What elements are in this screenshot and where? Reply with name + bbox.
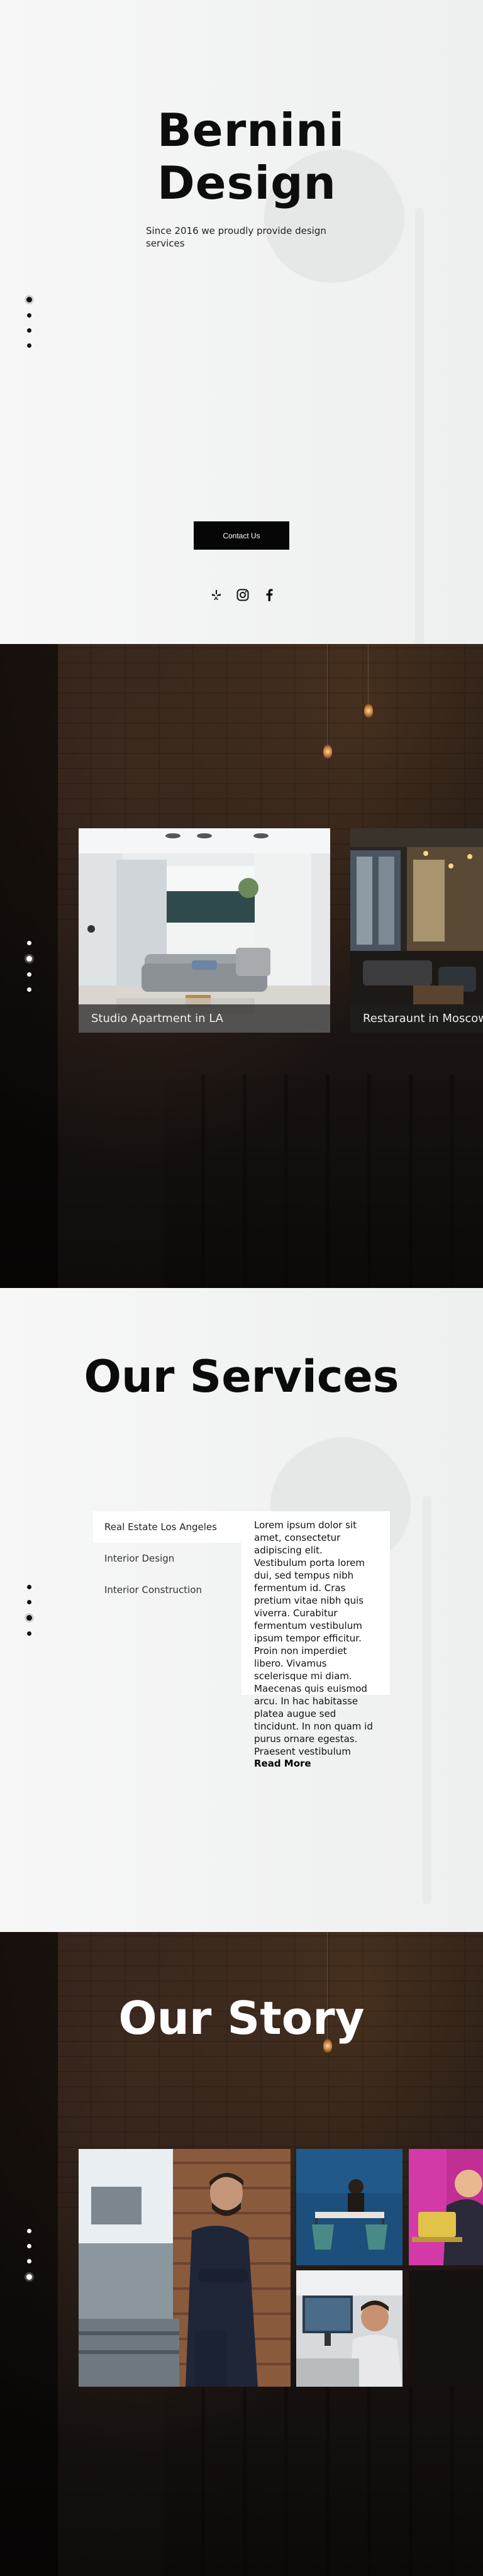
section-pagination — [26, 941, 32, 992]
pagination-dot[interactable] — [26, 297, 32, 303]
section-pagination — [26, 297, 32, 348]
story-section: Our Story — [0, 1932, 483, 2576]
pagination-dot[interactable] — [27, 2244, 31, 2248]
tab-interior-design[interactable]: Interior Design — [93, 1543, 242, 1574]
section-pagination — [26, 1585, 32, 1636]
pagination-dot[interactable] — [26, 2274, 32, 2280]
instagram-icon[interactable] — [236, 588, 250, 602]
hero-title: Bernini Design — [157, 104, 345, 209]
social-links — [209, 588, 276, 602]
office-photo — [296, 2149, 402, 2265]
hero-subtitle: Since 2016 we proudly provide design ser… — [146, 225, 326, 249]
pagination-dot[interactable] — [27, 2229, 31, 2233]
pagination-dot[interactable] — [27, 1585, 31, 1589]
laptop-photo — [409, 2149, 483, 2265]
section-pagination — [26, 2229, 32, 2280]
pagination-dot[interactable] — [27, 1600, 31, 1604]
hanging-bulb — [323, 745, 332, 758]
facebook-icon[interactable] — [262, 588, 276, 602]
pagination-dot[interactable] — [27, 343, 31, 348]
lamp-decoration — [241, 126, 453, 644]
tab-interior-construction[interactable]: Interior Construction — [93, 1574, 242, 1606]
hanging-bulb — [364, 704, 373, 718]
team-photo — [79, 2149, 291, 2387]
chairs-background — [164, 1074, 483, 1288]
pagination-dot[interactable] — [27, 972, 31, 977]
project-caption: Restaraunt in Moscow — [350, 1004, 483, 1033]
pagination-dot[interactable] — [27, 328, 31, 333]
projects-section: Studio Apartment in LA Restaraunt in Mos… — [0, 644, 483, 1288]
service-description-panel: Lorem ipsum dolor sit amet, consectetur … — [242, 1511, 390, 1769]
pagination-dot[interactable] — [26, 1615, 32, 1621]
yelp-icon[interactable] — [209, 588, 223, 602]
service-description: Lorem ipsum dolor sit amet, consectetur … — [254, 1519, 373, 1757]
studio-apartment-photo — [79, 828, 330, 1033]
pagination-dot[interactable] — [27, 313, 31, 318]
pagination-dot[interactable] — [27, 987, 31, 992]
project-card[interactable]: Restaraunt in Moscow — [350, 828, 483, 1033]
chairs-background — [164, 2362, 483, 2576]
project-caption: Studio Apartment in LA — [79, 1004, 330, 1033]
services-title: Our Services — [84, 1351, 399, 1402]
pagination-dot[interactable] — [27, 1631, 31, 1636]
project-card[interactable]: Studio Apartment in LA — [79, 828, 330, 1033]
hero-section: Bernini Design Since 2016 we proudly pro… — [0, 0, 483, 644]
services-section: Our Services Real Estate Los Angeles Int… — [0, 1288, 483, 1932]
story-title: Our Story — [118, 1992, 365, 2045]
restaurant-photo — [350, 828, 483, 1033]
gallery-photo — [409, 2270, 483, 2387]
pagination-dot[interactable] — [27, 941, 31, 945]
tab-real-estate-los-angeles[interactable]: Real Estate Los Angeles — [93, 1511, 242, 1543]
desk-photo — [296, 2270, 402, 2387]
pagination-dot[interactable] — [26, 956, 32, 962]
contact-us-button[interactable]: Contact Us — [194, 521, 289, 550]
services-tab-list: Real Estate Los Angeles Interior Design … — [93, 1511, 242, 1606]
pagination-dot[interactable] — [27, 2259, 31, 2263]
read-more-link[interactable]: Read More — [254, 1758, 377, 1769]
